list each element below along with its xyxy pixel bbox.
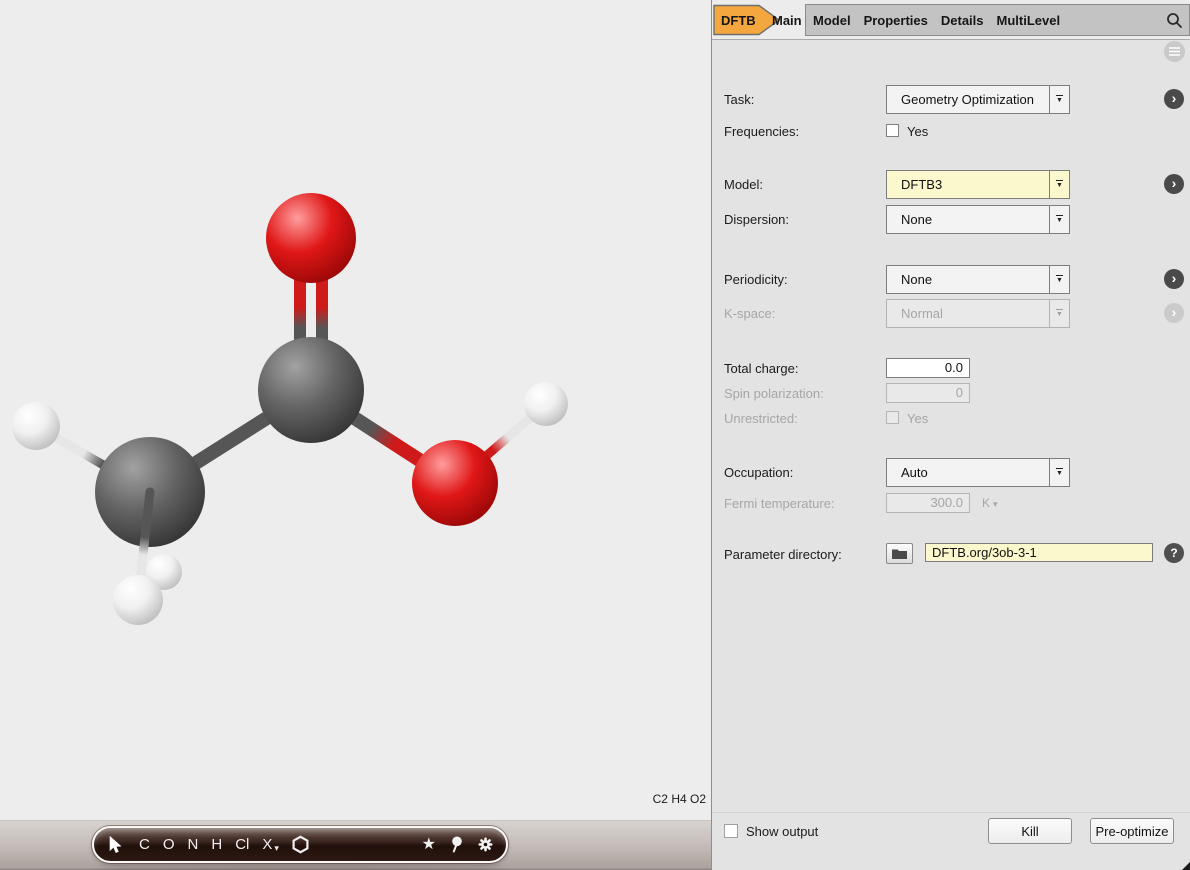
browse-directory-button[interactable]: [886, 543, 913, 564]
kspace-label: K-space:: [724, 306, 775, 321]
hexagon-ring-icon: [291, 835, 310, 854]
cursor-pointer-icon: [108, 836, 123, 854]
dropdown-arrow-icon[interactable]: [1049, 459, 1069, 486]
tab-properties[interactable]: Properties: [864, 13, 928, 28]
periodicity-detail-button[interactable]: [1164, 269, 1184, 289]
periodicity-label: Periodicity:: [724, 272, 788, 287]
tab-multilevel[interactable]: MultiLevel: [997, 13, 1061, 28]
star-tool-button[interactable]: ★: [422, 837, 436, 853]
total-charge-input[interactable]: 0.0: [886, 358, 970, 378]
total-charge-label: Total charge:: [724, 361, 798, 376]
model-detail-button[interactable]: [1164, 174, 1184, 194]
parameter-directory-help-button[interactable]: [1164, 543, 1184, 563]
search-button[interactable]: [1166, 12, 1183, 29]
fermi-unit-dropdown: K: [982, 496, 998, 510]
element-button-n[interactable]: N: [188, 836, 199, 853]
kspace-detail-button: [1164, 303, 1184, 323]
dftb-input-window: C2 H4 O2 C O N H Cl X ▾ ★: [0, 0, 1190, 870]
unrestricted-option-label: Yes: [907, 411, 928, 426]
spin-polarization-label: Spin polarization:: [724, 386, 824, 401]
hamburger-icon: [1169, 47, 1180, 56]
molecule-canvas[interactable]: [0, 0, 711, 870]
dropdown-arrow-icon[interactable]: [1049, 266, 1069, 293]
model-label: Model:: [724, 177, 763, 192]
unrestricted-label: Unrestricted:: [724, 411, 798, 426]
task-detail-button[interactable]: [1164, 89, 1184, 109]
tab-model[interactable]: Model: [813, 13, 851, 28]
toolbar-reflection: [96, 866, 504, 870]
periodicity-value: None: [887, 266, 1049, 293]
dispersion-label: Dispersion:: [724, 212, 789, 227]
molecular-formula: C2 H4 O2: [653, 792, 706, 806]
element-button-cl[interactable]: Cl: [235, 836, 249, 853]
kspace-value: Normal: [887, 300, 1049, 327]
show-output-checkbox[interactable]: [724, 824, 738, 838]
molecule-viewport[interactable]: C2 H4 O2 C O N H Cl X ▾ ★: [0, 0, 711, 870]
pointer-tool-button[interactable]: [108, 836, 123, 854]
periodicity-dropdown[interactable]: None: [886, 265, 1070, 294]
occupation-label: Occupation:: [724, 465, 793, 480]
dftb-settings-panel: DFTB Main Model Properties Details Multi…: [712, 0, 1190, 870]
model-dropdown[interactable]: DFTB3: [886, 170, 1070, 199]
folder-icon: [892, 548, 907, 559]
frequencies-checkbox[interactable]: [886, 124, 899, 137]
chevron-down-icon[interactable]: ▾: [274, 843, 279, 854]
panel-footer: Show output Kill Pre-optimize: [712, 812, 1190, 870]
element-button-o[interactable]: O: [163, 836, 175, 853]
occupation-dropdown[interactable]: Auto: [886, 458, 1070, 487]
frequencies-label: Frequencies:: [724, 124, 799, 139]
tab-main[interactable]: Main: [772, 13, 802, 28]
show-output-label[interactable]: Show output: [746, 824, 818, 839]
parameter-directory-label: Parameter directory:: [724, 547, 842, 562]
preoptimize-button[interactable]: Pre-optimize: [1090, 818, 1174, 844]
fermi-temperature-label: Fermi temperature:: [724, 496, 835, 511]
task-dropdown[interactable]: Geometry Optimization: [886, 85, 1070, 114]
spin-polarization-input: 0: [886, 383, 970, 403]
kill-button[interactable]: Kill: [988, 818, 1072, 844]
unrestricted-checkbox: [886, 411, 899, 424]
balloon-tool-button[interactable]: [450, 836, 463, 853]
task-label: Task:: [724, 92, 754, 107]
element-button-h[interactable]: H: [211, 836, 222, 853]
dropdown-arrow-icon[interactable]: [1049, 86, 1069, 113]
dropdown-arrow-icon[interactable]: [1049, 171, 1069, 198]
product-tab-label: DFTB: [721, 13, 756, 28]
occupation-value: Auto: [887, 459, 1049, 486]
window-resize-grip[interactable]: [1182, 862, 1190, 870]
kspace-dropdown: Normal: [886, 299, 1070, 328]
dropdown-arrow-icon[interactable]: [1049, 206, 1069, 233]
gear-icon: [477, 836, 494, 853]
parameter-directory-input[interactable]: DFTB.org/3ob-3-1: [925, 543, 1153, 562]
settings-button[interactable]: [477, 836, 494, 853]
dispersion-dropdown[interactable]: None: [886, 205, 1070, 234]
task-value: Geometry Optimization: [887, 86, 1049, 113]
ring-tool-button[interactable]: [291, 835, 310, 854]
frequencies-option-label[interactable]: Yes: [907, 124, 928, 139]
inactive-tabs-box: Model Properties Details MultiLevel: [805, 4, 1190, 36]
dropdown-arrow-icon: [1049, 300, 1069, 327]
builder-toolbar: C O N H Cl X ▾ ★: [92, 826, 508, 863]
element-button-x[interactable]: X: [262, 836, 272, 853]
element-button-c[interactable]: C: [139, 836, 150, 853]
panel-menu-button[interactable]: [1164, 41, 1185, 62]
balloon-icon: [450, 836, 463, 853]
tab-details[interactable]: Details: [941, 13, 984, 28]
dispersion-value: None: [887, 206, 1049, 233]
fermi-temperature-input: 300.0: [886, 493, 970, 513]
tab-bar: DFTB Main Model Properties Details Multi…: [712, 0, 1190, 40]
model-value: DFTB3: [887, 171, 1049, 198]
